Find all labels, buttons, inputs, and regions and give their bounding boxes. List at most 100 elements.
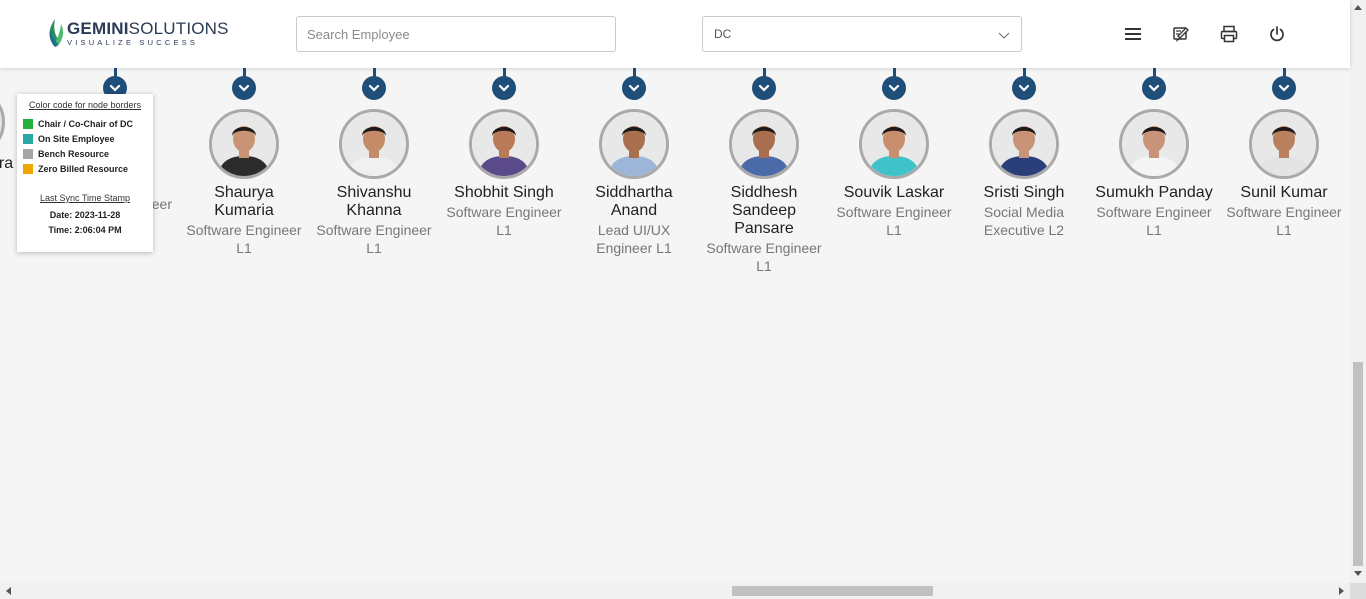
chevron-down-icon bbox=[238, 84, 250, 92]
employee-photo bbox=[732, 112, 796, 176]
chevron-down-icon bbox=[368, 84, 380, 92]
employee-node[interactable]: Siddhartha Anand Lead UI/UX Engineer L1 bbox=[569, 68, 699, 257]
edit-note-button[interactable] bbox=[1171, 24, 1191, 44]
chevron-down-icon bbox=[109, 84, 121, 92]
employee-photo bbox=[1252, 112, 1316, 176]
expand-toggle[interactable] bbox=[362, 76, 386, 100]
legend-panel: Color code for node borders Chair / Co-C… bbox=[17, 94, 153, 252]
employee-name: Shivanshu Khanna bbox=[336, 184, 412, 219]
employee-name: Sristi Singh bbox=[983, 184, 1065, 201]
chevron-down-icon bbox=[998, 32, 1010, 39]
scroll-down-icon[interactable] bbox=[1354, 571, 1362, 577]
expand-toggle[interactable] bbox=[752, 76, 776, 100]
expand-toggle[interactable] bbox=[1272, 76, 1296, 100]
legend-item-bench: Bench Resource bbox=[23, 146, 147, 161]
employee-role: Software Engineer L1 bbox=[186, 222, 302, 256]
logout-button[interactable] bbox=[1267, 24, 1287, 44]
legend-item-onsite: On Site Employee bbox=[23, 131, 147, 146]
horizontal-scrollbar-thumb[interactable] bbox=[732, 586, 933, 596]
expand-toggle[interactable] bbox=[882, 76, 906, 100]
chevron-down-icon bbox=[758, 84, 770, 92]
scrollbar-corner bbox=[1350, 583, 1366, 599]
top-header: GEMINISOLUTIONS VISUALIZE SUCCESS DC bbox=[0, 0, 1350, 68]
employee-name: Siddhartha Anand bbox=[595, 184, 673, 219]
employee-node[interactable]: Sristi Singh Social Media Executive L2 bbox=[959, 68, 1089, 239]
vertical-scrollbar-thumb[interactable] bbox=[1353, 362, 1363, 566]
scroll-right-icon[interactable] bbox=[1339, 587, 1345, 595]
avatar[interactable] bbox=[339, 109, 409, 179]
org-chart-page: Arora na Shabun Garg eer Shaurya Kumaria… bbox=[0, 0, 1366, 599]
print-button[interactable] bbox=[1219, 24, 1239, 44]
department-select[interactable]: DC bbox=[702, 16, 1022, 52]
horizontal-scrollbar[interactable] bbox=[0, 583, 1350, 599]
avatar[interactable] bbox=[1119, 109, 1189, 179]
employee-name: Shobhit Singh bbox=[454, 184, 554, 201]
employee-name: Shaurya Kumaria bbox=[214, 184, 274, 219]
employee-photo bbox=[992, 112, 1056, 176]
employee-node[interactable]: Sumukh Panday Software Engineer L1 bbox=[1089, 68, 1219, 239]
employee-name: Souvik Laskar bbox=[843, 184, 945, 201]
legend-label: Bench Resource bbox=[38, 148, 110, 159]
menu-button[interactable] bbox=[1123, 24, 1143, 44]
employee-node[interactable]: Sunil Kumar Software Engineer L1 bbox=[1219, 68, 1349, 239]
department-select-value: DC bbox=[714, 27, 732, 41]
avatar[interactable] bbox=[599, 109, 669, 179]
chevron-down-icon bbox=[498, 84, 510, 92]
employee-name: Sumukh Panday bbox=[1095, 184, 1213, 201]
employee-role: Lead UI/UX Engineer L1 bbox=[596, 222, 672, 256]
employee-photo bbox=[862, 112, 926, 176]
avatar[interactable] bbox=[209, 109, 279, 179]
avatar[interactable] bbox=[989, 109, 1059, 179]
expand-toggle[interactable] bbox=[492, 76, 516, 100]
employee-role: Software Engineer L1 bbox=[316, 222, 432, 256]
legend-label: On Site Employee bbox=[38, 133, 115, 144]
sync-title: Last Sync Time Stamp bbox=[39, 193, 131, 203]
logo-name: GEMINISOLUTIONS bbox=[67, 18, 229, 38]
expand-toggle[interactable] bbox=[622, 76, 646, 100]
avatar[interactable] bbox=[1249, 109, 1319, 179]
chevron-down-icon bbox=[1278, 84, 1290, 92]
sync-date: Date: 2023-11-28 bbox=[49, 210, 121, 220]
chevron-down-icon bbox=[888, 84, 900, 92]
employee-role: Software Engineer L1 bbox=[1096, 204, 1212, 238]
employee-photo bbox=[342, 112, 406, 176]
employee-name: Siddhesh Sandeep Pansare bbox=[730, 184, 798, 237]
edit-note-icon bbox=[1173, 27, 1189, 42]
legend-item-zero-billed: Zero Billed Resource bbox=[23, 161, 147, 176]
chevron-down-icon bbox=[1018, 84, 1030, 92]
legend-swatch bbox=[23, 118, 33, 129]
employee-role: Software Engineer L1 bbox=[836, 204, 952, 238]
expand-toggle[interactable] bbox=[1142, 76, 1166, 100]
chevron-down-icon bbox=[628, 84, 640, 92]
employee-photo bbox=[212, 112, 276, 176]
expand-toggle[interactable] bbox=[232, 76, 256, 100]
expand-toggle[interactable] bbox=[1012, 76, 1036, 100]
logo-tagline: VISUALIZE SUCCESS bbox=[67, 37, 199, 47]
search-employee-input[interactable] bbox=[296, 16, 616, 52]
avatar bbox=[0, 87, 5, 157]
sync-time: Time: 2:06:04 PM bbox=[48, 225, 122, 235]
legend-item-chair: Chair / Co-Chair of DC bbox=[23, 116, 147, 131]
employee-role: Social Media Executive L2 bbox=[983, 204, 1065, 238]
avatar[interactable] bbox=[469, 109, 539, 179]
employee-photo bbox=[472, 112, 536, 176]
legend-swatch bbox=[23, 148, 33, 159]
avatar[interactable] bbox=[729, 109, 799, 179]
power-icon bbox=[1270, 26, 1284, 42]
employee-photo bbox=[602, 112, 666, 176]
employee-node[interactable]: Shaurya Kumaria Software Engineer L1 bbox=[179, 68, 309, 257]
legend-label: Zero Billed Resource bbox=[38, 163, 129, 174]
employee-role: Software Engineer L1 bbox=[1226, 204, 1342, 238]
employee-node[interactable]: Shobhit Singh Software Engineer L1 bbox=[439, 68, 569, 239]
employee-node[interactable]: Siddhesh Sandeep Pansare Software Enginee… bbox=[699, 68, 829, 275]
employee-photo bbox=[1122, 112, 1186, 176]
scroll-left-icon[interactable] bbox=[5, 587, 11, 595]
employee-node[interactable]: Shivanshu Khanna Software Engineer L1 bbox=[309, 68, 439, 257]
chevron-down-icon bbox=[1148, 84, 1160, 92]
avatar[interactable] bbox=[859, 109, 929, 179]
employee-node[interactable]: Souvik Laskar Software Engineer L1 bbox=[829, 68, 959, 239]
menu-icon bbox=[1125, 28, 1141, 40]
company-logo[interactable]: GEMINISOLUTIONS VISUALIZE SUCCESS bbox=[47, 18, 229, 48]
scroll-up-icon[interactable] bbox=[1354, 4, 1362, 10]
vertical-scrollbar[interactable] bbox=[1350, 0, 1366, 583]
